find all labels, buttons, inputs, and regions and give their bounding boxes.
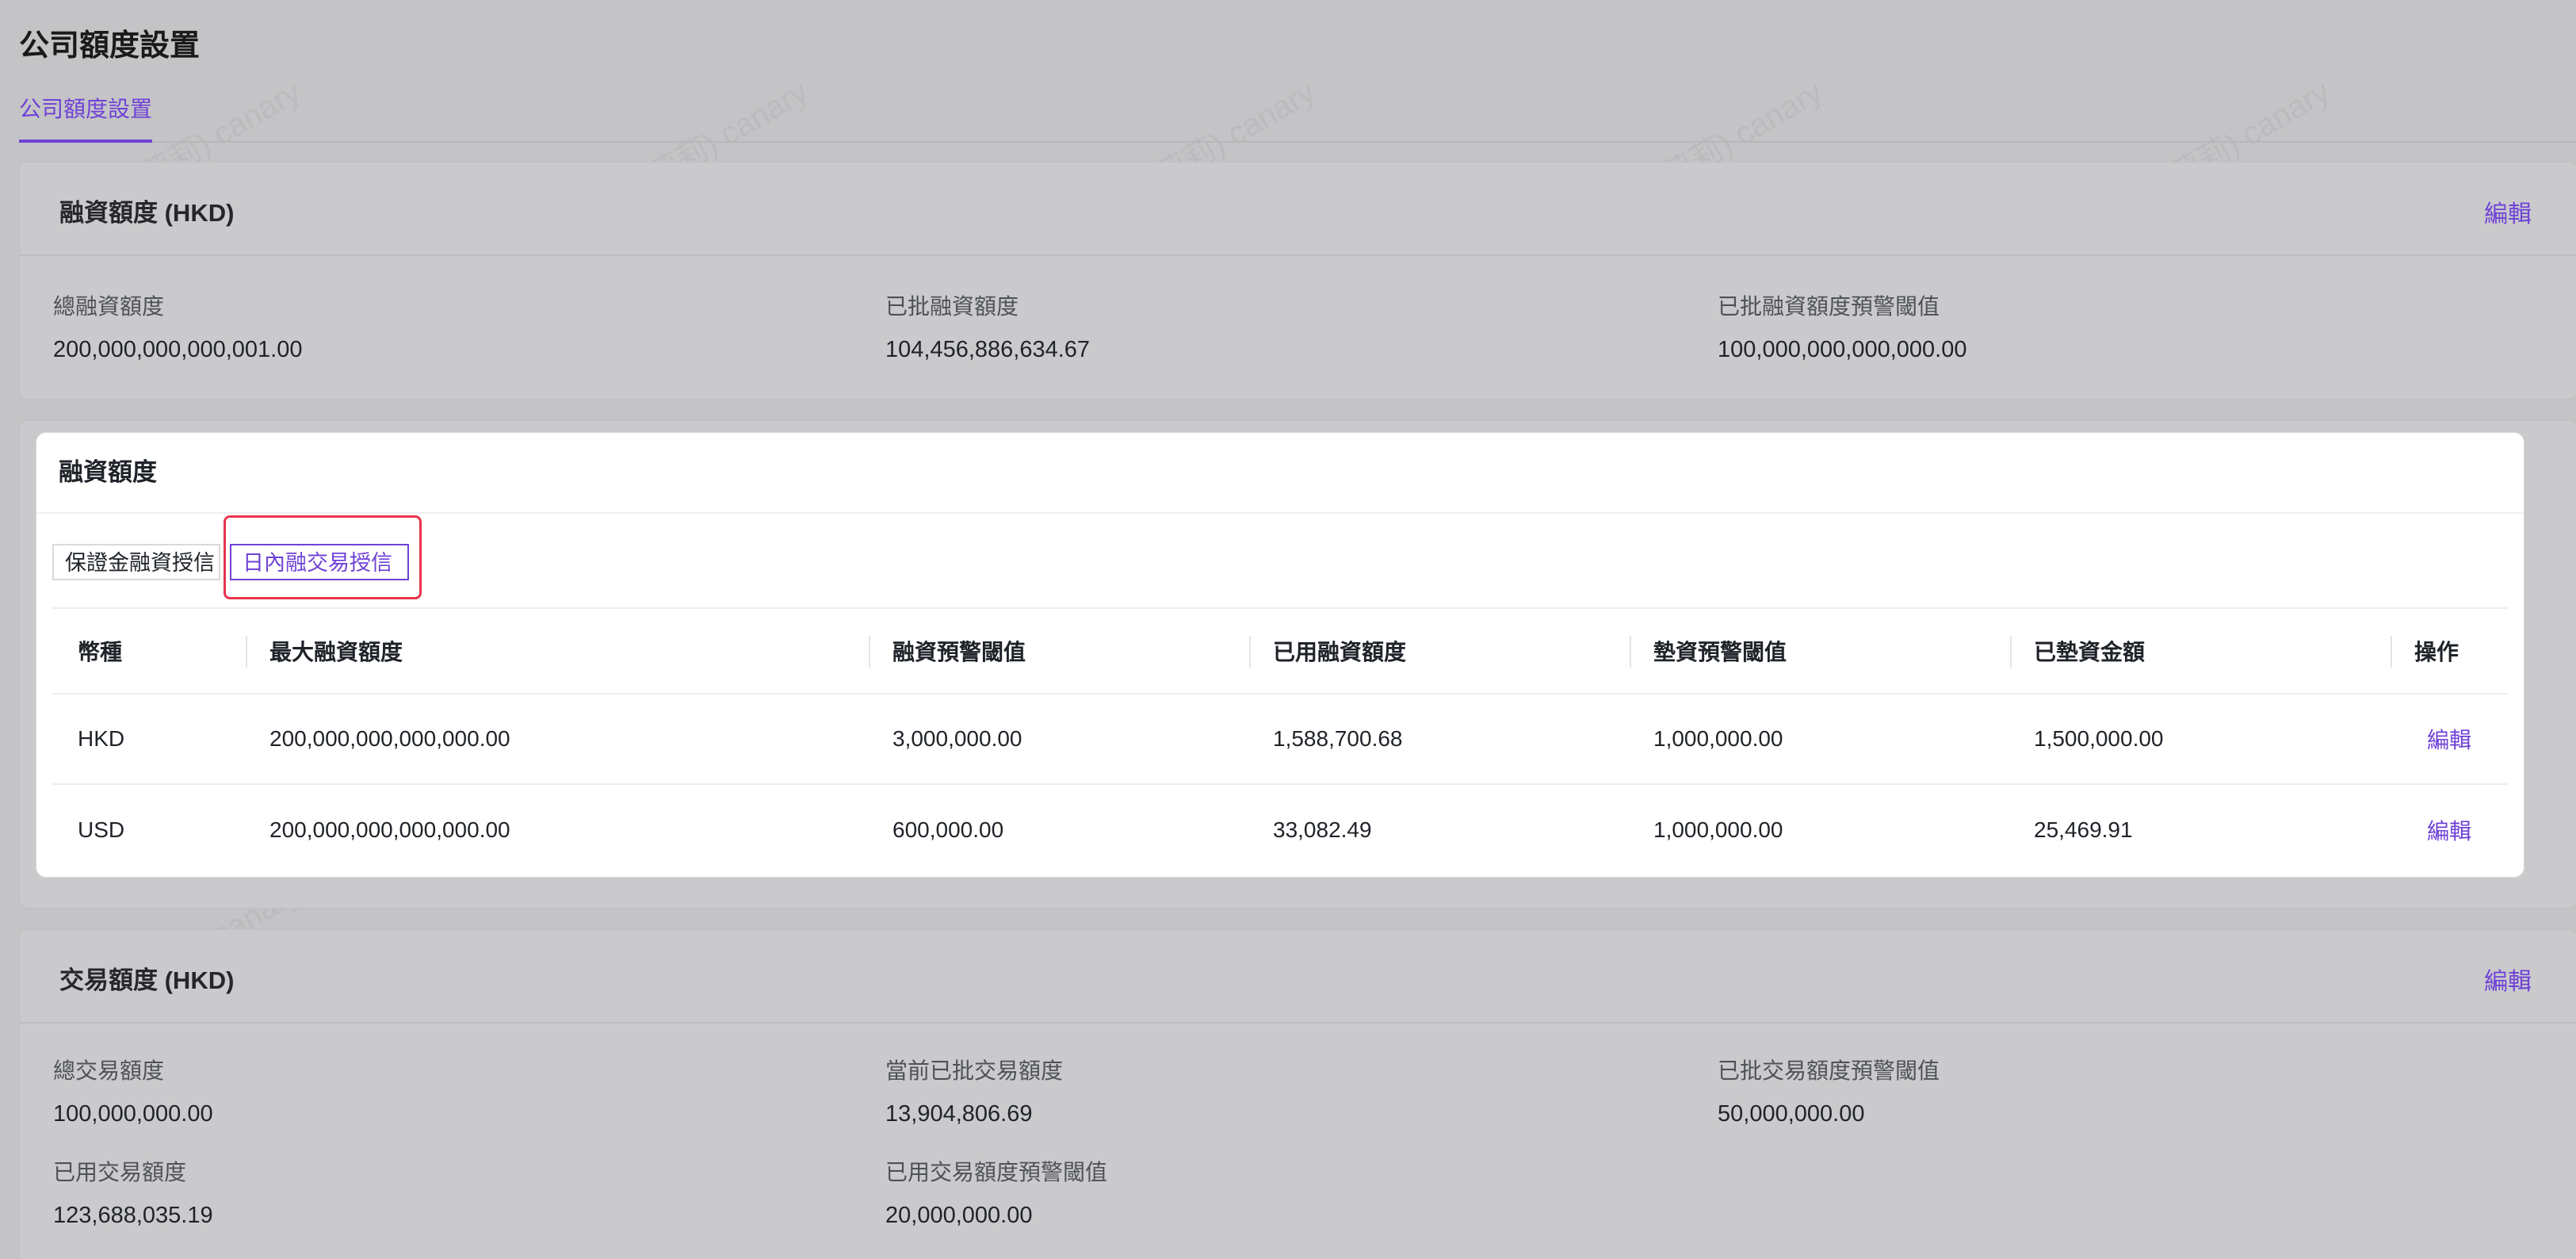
card-title: 融資額度 (HKD)	[59, 199, 235, 227]
column-divider	[1630, 636, 1631, 668]
table-row: HKD 200,000,000,000,000.00 3,000,000.00 …	[52, 695, 2508, 785]
approved-trading-warning-field: 已批交易額度預警閾值 50,000,000.00	[1718, 1054, 1940, 1127]
field-label: 已用交易額度預警閾值	[885, 1160, 1108, 1184]
field-label: 當前已批交易額度	[885, 1058, 1064, 1083]
column-header-max: 最大融資額度	[269, 640, 403, 664]
cell-advanced: 25,469.91	[2034, 817, 2133, 842]
cell-currency: HKD	[78, 726, 125, 751]
cell-currency: USD	[78, 817, 125, 842]
subtab-intraday-credit[interactable]: 日內融交易授信	[230, 544, 409, 580]
cell-advanced: 1,500,000.00	[2034, 726, 2164, 751]
column-divider	[246, 636, 247, 668]
divider	[36, 512, 2524, 514]
column-divider	[2391, 636, 2392, 668]
total-trading-field: 總交易額度 100,000,000.00	[53, 1054, 213, 1127]
tab-bar: 公司額度設置	[19, 89, 2576, 143]
card-title: 交易額度 (HKD)	[59, 966, 235, 994]
subtab-margin-credit[interactable]: 保證金融資授信	[52, 544, 220, 580]
card-header: 融資額度 (HKD) 編輯	[20, 163, 2576, 256]
trading-quota-card: 交易額度 (HKD) 編輯 總交易額度 100,000,000.00 當前已批交…	[19, 929, 2576, 1259]
cell-warning: 3,000,000.00	[892, 726, 1022, 751]
field-value: 20,000,000.00	[885, 1203, 1033, 1228]
page: 千鸟(宋莉莉) canary 千鸟(宋莉莉) canary 千鸟(宋莉莉) ca…	[0, 0, 2576, 1259]
cell-used: 1,588,700.68	[1273, 726, 1403, 751]
edit-button[interactable]: 編輯	[2484, 962, 2532, 997]
approved-financing-field: 已批融資額度 104,456,886,634.67	[885, 289, 1090, 363]
field-label: 已批融資額度預警閾值	[1718, 294, 1940, 319]
column-header-advanced: 已墊資金額	[2034, 640, 2146, 664]
cell-warning: 600,000.00	[892, 817, 1004, 842]
financing-quota-card: 融資額度 (HKD) 編輯 總融資額度 200,000,000,000,001.…	[19, 162, 2576, 400]
cell-advance-warning: 1,000,000.00	[1653, 817, 1783, 842]
field-label: 已用交易額度	[53, 1160, 187, 1184]
field-label: 已批融資額度	[885, 294, 1019, 319]
field-value: 123,688,035.19	[53, 1203, 213, 1228]
edit-button[interactable]: 編輯	[2484, 194, 2532, 229]
field-value: 13,904,806.69	[885, 1101, 1033, 1127]
cell-max: 200,000,000,000,000.00	[269, 726, 510, 751]
column-divider	[1249, 636, 1251, 668]
quota-table: 幣種 最大融資額度 融資預警閾值 已用融資額度 墊資預警閾值 已墊資金額 操作 …	[52, 609, 2508, 875]
card-header: 交易額度 (HKD) 編輯	[20, 930, 2576, 1024]
used-trading-field: 已用交易額度 123,688,035.19	[53, 1155, 213, 1229]
field-value: 100,000,000.00	[53, 1101, 213, 1127]
page-title: 公司額度設置	[19, 29, 201, 63]
cell-used: 33,082.49	[1273, 817, 1372, 842]
field-value: 200,000,000,000,001.00	[53, 337, 303, 362]
row-edit-button[interactable]: 編輯	[2427, 785, 2471, 875]
current-approved-trading-field: 當前已批交易額度 13,904,806.69	[885, 1054, 1063, 1127]
field-label: 已批交易額度預警閾值	[1718, 1058, 1940, 1083]
panel-title: 融資額度	[59, 458, 157, 486]
table-header: 幣種 最大融資額度 融資預警閾值 已用融資額度 墊資預警閾值 已墊資金額 操作	[52, 609, 2508, 695]
used-trading-warning-field: 已用交易額度預警閾值 20,000,000.00	[885, 1155, 1107, 1229]
column-divider	[2010, 636, 2012, 668]
field-value: 50,000,000.00	[1718, 1101, 1865, 1127]
approved-financing-warning-field: 已批融資額度預警閾值 100,000,000,000,000.00	[1718, 289, 1966, 363]
column-header-action: 操作	[2414, 640, 2459, 664]
field-value: 104,456,886,634.67	[885, 337, 1091, 362]
field-label: 總交易額度	[53, 1058, 165, 1083]
cell-max: 200,000,000,000,000.00	[269, 817, 510, 842]
field-value: 100,000,000,000,000.00	[1718, 337, 1967, 362]
column-divider	[869, 636, 870, 668]
column-header-advance-warning: 墊資預警閾值	[1653, 640, 1787, 664]
field-label: 總融資額度	[53, 294, 165, 319]
column-header-used: 已用融資額度	[1273, 640, 1407, 664]
total-financing-field: 總融資額度 200,000,000,000,001.00	[53, 289, 302, 363]
tab-active-indicator	[19, 140, 152, 143]
column-header-warning: 融資預警閾值	[892, 640, 1026, 664]
financing-detail-panel: 融資額度 保證金融資授信 日內融交易授信 幣種 最大融資額度 融資預警閾值 已用…	[36, 433, 2524, 877]
tab-company-quota[interactable]: 公司額度設置	[19, 92, 152, 124]
cell-advance-warning: 1,000,000.00	[1653, 726, 1783, 751]
row-edit-button[interactable]: 編輯	[2427, 695, 2471, 783]
table-row: USD 200,000,000,000,000.00 600,000.00 33…	[52, 785, 2508, 875]
column-header-currency: 幣種	[78, 640, 123, 664]
